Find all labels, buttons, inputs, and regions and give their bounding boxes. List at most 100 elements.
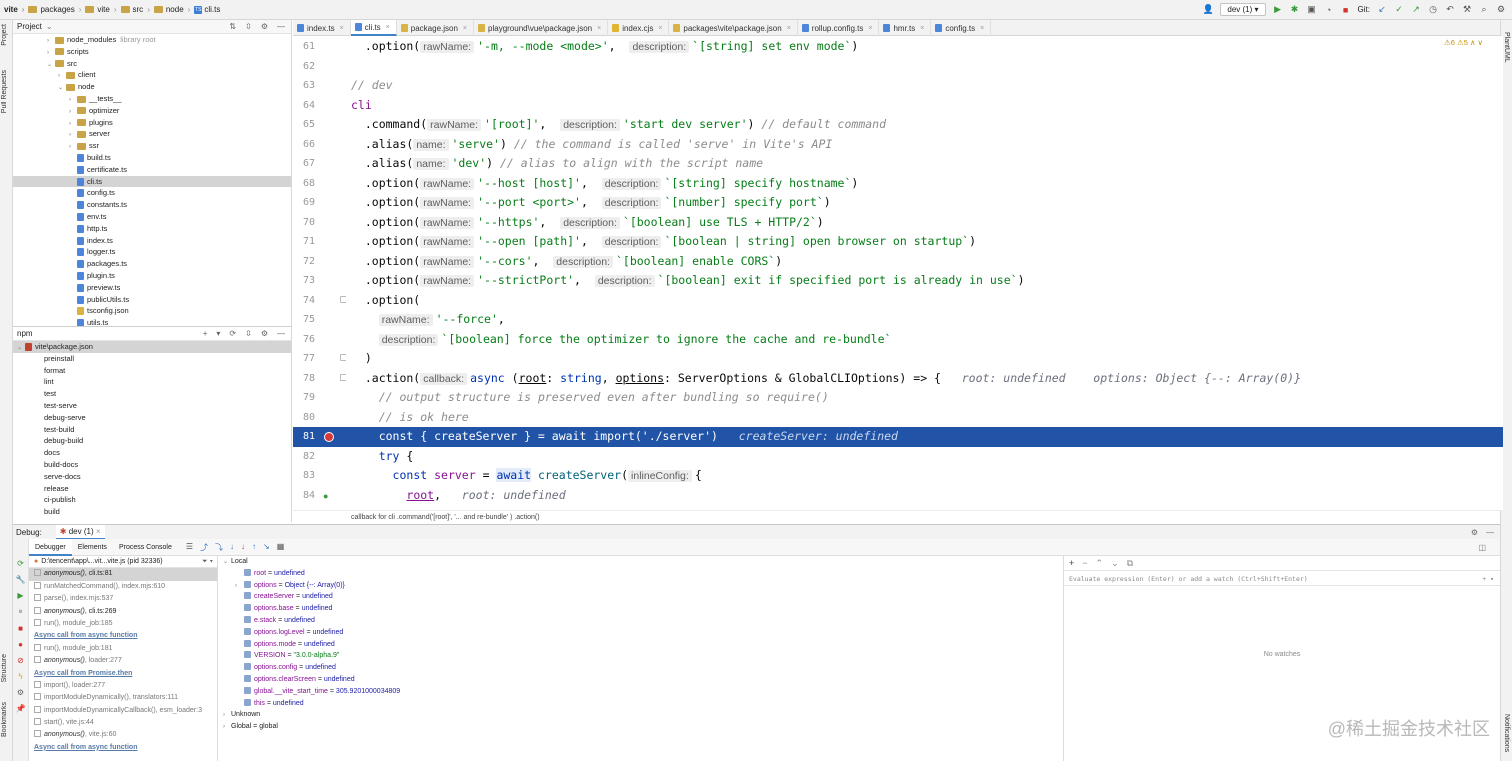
close-icon[interactable]: ×: [386, 20, 390, 35]
npm-script-item[interactable]: release: [13, 483, 291, 495]
project-tree-row[interactable]: › node_modules library root: [13, 34, 291, 46]
line-number[interactable]: 73: [285, 271, 315, 291]
line-number[interactable]: 81: [293, 427, 346, 447]
line-number[interactable]: 72: [285, 252, 315, 272]
project-tree-row[interactable]: constants.ts: [13, 199, 291, 211]
breadcrumb-item[interactable]: vite ›: [4, 5, 24, 14]
run-to-cursor-icon[interactable]: ↘: [263, 542, 270, 553]
project-tree-row[interactable]: certificate.ts: [13, 164, 291, 176]
step-into-icon[interactable]: ↓: [230, 542, 234, 553]
variable-row[interactable]: options.base = undefined: [219, 603, 1063, 615]
thread-selector[interactable]: ● D:\tencent\app\...vit...vite.js (pid 32…: [29, 556, 217, 569]
line-number[interactable]: 82: [285, 447, 315, 467]
collapse-all-icon[interactable]: ⇅: [229, 22, 236, 31]
project-tree-row[interactable]: config.ts: [13, 187, 291, 199]
project-tree-row[interactable]: tsconfig.json: [13, 305, 291, 317]
npm-script-item[interactable]: debug-serve: [13, 412, 291, 424]
project-tree-row[interactable]: plugin.ts: [13, 270, 291, 282]
line-number[interactable]: 74: [285, 291, 315, 311]
view-breakpoints-icon[interactable]: ●: [18, 640, 23, 649]
variable-row[interactable]: e.stack = undefined: [219, 615, 1063, 627]
close-icon[interactable]: ×: [597, 21, 601, 36]
line-number[interactable]: 83: [285, 466, 315, 486]
coverage-icon[interactable]: ▣: [1307, 4, 1317, 15]
run-icon[interactable]: ▶: [1273, 4, 1283, 15]
line-number[interactable]: 79: [285, 388, 315, 408]
editor-tab[interactable]: index.ts ×: [293, 20, 351, 36]
project-tree-row[interactable]: › server: [13, 128, 291, 140]
npm-root-row[interactable]: ⌄ vite\package.json: [13, 341, 291, 353]
line-number[interactable]: 63: [285, 76, 315, 96]
npm-script-item[interactable]: build: [13, 506, 291, 518]
move-down-icon[interactable]: ⌄: [1111, 558, 1119, 569]
project-tree-row[interactable]: build.ts: [13, 152, 291, 164]
scope-unknown[interactable]: › Unknown: [219, 709, 1063, 721]
tool-icon[interactable]: ⚒: [1462, 4, 1472, 15]
gear-icon[interactable]: ⚙: [261, 22, 268, 31]
step-over-icon[interactable]: ⤵: [215, 542, 223, 553]
mute-breakpoints-icon[interactable]: ⊘: [17, 656, 24, 665]
stop-icon[interactable]: ■: [18, 624, 23, 633]
menu-icon[interactable]: ☰: [186, 542, 193, 553]
project-tree-row[interactable]: › scripts: [13, 46, 291, 58]
line-number[interactable]: 66: [285, 135, 315, 155]
git-commit-icon[interactable]: ✓: [1394, 4, 1404, 15]
notifications-tool-tab[interactable]: Notifications: [1503, 714, 1510, 752]
inspection-widget[interactable]: ⚠6 ⚠5 ∧ ∨: [1444, 38, 1483, 47]
variable-row[interactable]: this = undefined: [219, 698, 1063, 710]
variable-row[interactable]: options.logLevel = undefined: [219, 627, 1063, 639]
npm-script-item[interactable]: format: [13, 365, 291, 377]
wrench-icon[interactable]: 🔧: [16, 575, 26, 584]
stack-frame[interactable]: run(), module_job:185: [29, 618, 217, 630]
project-tree-row[interactable]: http.ts: [13, 223, 291, 235]
run-config-select[interactable]: dev (1) ▾: [1220, 3, 1266, 16]
close-icon[interactable]: ×: [787, 21, 791, 36]
project-tree-row[interactable]: index.ts: [13, 235, 291, 247]
code-breadcrumb[interactable]: callback for cli .command('[root]', '...…: [293, 510, 1500, 524]
line-number[interactable]: 80: [285, 408, 315, 428]
line-number[interactable]: 75: [285, 310, 315, 330]
line-number[interactable]: 67: [285, 154, 315, 174]
remove-watch-icon[interactable]: −: [1082, 558, 1087, 568]
line-number[interactable]: 78: [285, 369, 315, 389]
lightning-icon[interactable]: ϟ: [18, 672, 22, 681]
debug-icon[interactable]: ✱: [1290, 4, 1300, 15]
add-icon[interactable]: +: [203, 329, 208, 338]
tab-process-console[interactable]: Process Console: [113, 539, 178, 556]
project-tree-row[interactable]: preview.ts: [13, 282, 291, 294]
npm-script-item[interactable]: test-serve: [13, 400, 291, 412]
watch-input[interactable]: Evaluate expression (Enter) or add a wat…: [1064, 570, 1500, 586]
variable-row[interactable]: options.config = undefined: [219, 662, 1063, 674]
stack-frame[interactable]: importModuleDynamicallyCallback(), esm_l…: [29, 705, 217, 717]
variable-row[interactable]: root = undefined: [219, 568, 1063, 580]
rerun-icon[interactable]: ⟳: [17, 559, 24, 568]
line-number[interactable]: 69: [285, 193, 315, 213]
pull-requests-tool-tab[interactable]: Pull Requests: [1, 70, 8, 113]
line-number[interactable]: 77: [285, 349, 315, 369]
expand-icon[interactable]: ⇳: [245, 22, 252, 31]
project-tree-row[interactable]: ⌄ node: [13, 81, 291, 93]
variable-row[interactable]: VERSION = "3.0.0-alpha.9": [219, 650, 1063, 662]
expand-editor-icon[interactable]: + ▾: [1482, 571, 1494, 585]
close-icon[interactable]: ×: [868, 21, 872, 36]
git-push-icon[interactable]: ↗: [1411, 4, 1421, 15]
npm-script-item[interactable]: ci-publish: [13, 494, 291, 506]
debug-session-tab[interactable]: ✱ dev (1) ×: [55, 524, 105, 540]
line-number[interactable]: 68: [285, 174, 315, 194]
minimize-icon[interactable]: —: [277, 22, 285, 31]
stack-frame[interactable]: anonymous(), loader:277: [29, 655, 217, 667]
breadcrumb-item[interactable]: TS cli.ts: [194, 5, 220, 14]
gear-icon[interactable]: ⚙: [1471, 528, 1478, 537]
async-frame-separator[interactable]: Async call from async function: [29, 742, 217, 754]
stack-frame[interactable]: anonymous(), cli.ts:269: [29, 606, 217, 618]
stack-frame[interactable]: runMatchedCommand(), index.mjs:610: [29, 581, 217, 593]
project-tree-row[interactable]: logger.ts: [13, 246, 291, 258]
settings-icon[interactable]: ⚙: [17, 688, 24, 697]
npm-script-item[interactable]: debug-build: [13, 435, 291, 447]
editor-tab[interactable]: packages\vite\package.json ×: [669, 20, 798, 36]
line-number[interactable]: 84: [285, 486, 315, 506]
npm-script-item[interactable]: test: [13, 388, 291, 400]
breadcrumb-item[interactable]: src ›: [120, 5, 150, 14]
scope-global[interactable]: › Global = global: [219, 721, 1063, 733]
search-icon[interactable]: ⌕: [1479, 4, 1489, 15]
